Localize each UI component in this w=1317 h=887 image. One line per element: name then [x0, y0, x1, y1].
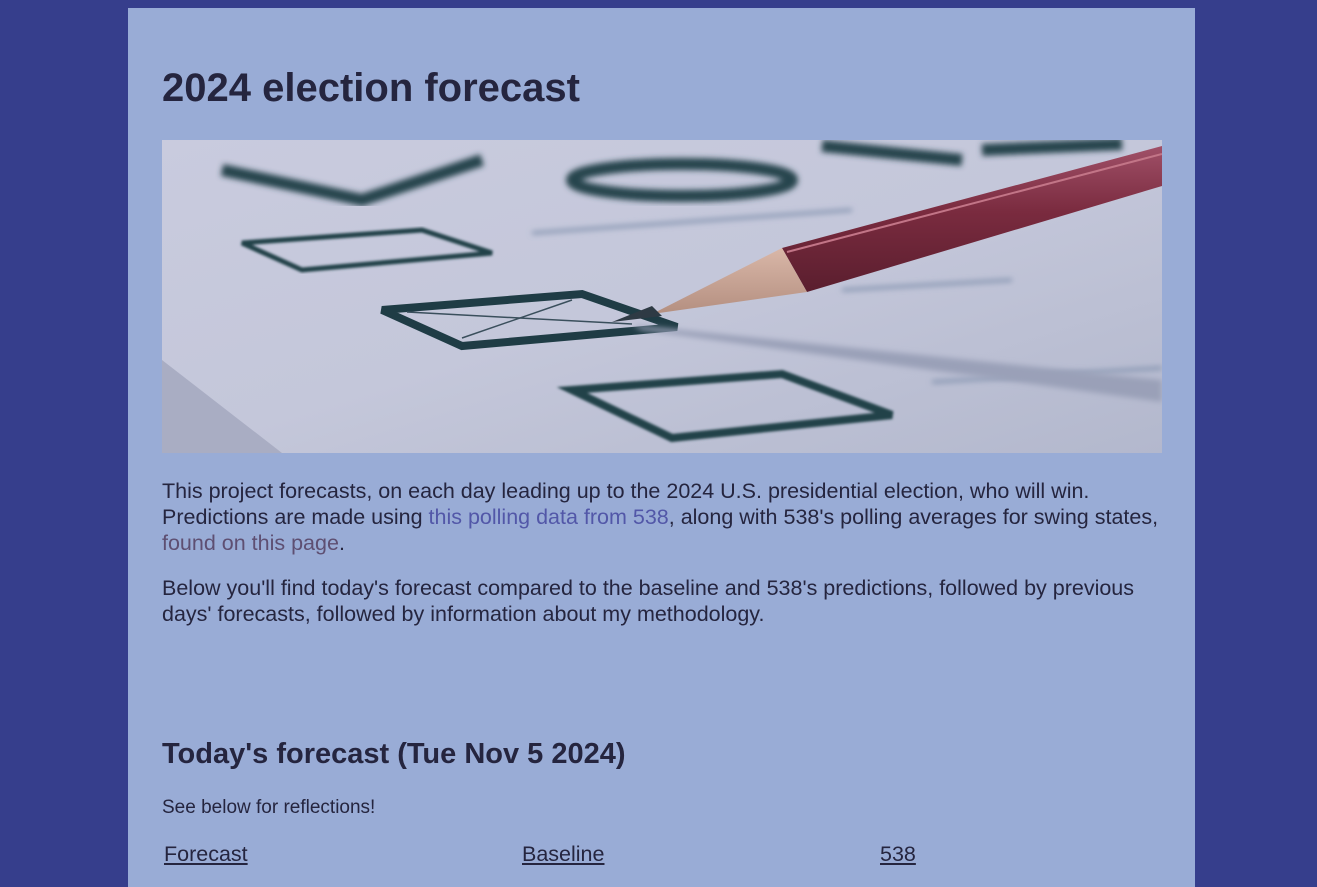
page-title: 2024 election forecast	[162, 66, 580, 110]
intro-text-middle: , along with 538's polling averages for …	[668, 505, 1159, 529]
forecast-tabs: Forecast Baseline 538	[164, 842, 1164, 872]
overview-paragraph: Below you'll find today's forecast compa…	[162, 576, 1135, 626]
tab-forecast[interactable]: Forecast	[164, 842, 248, 867]
tab-baseline[interactable]: Baseline	[522, 842, 604, 867]
tab-538[interactable]: 538	[880, 842, 916, 867]
page-container: 2024 election forecast This project fore…	[128, 8, 1195, 887]
swing-states-link[interactable]: found on this page	[162, 531, 339, 555]
polling-data-link[interactable]: this polling data from 538	[429, 505, 669, 529]
intro-paragraph: This project forecasts, on each day lead…	[162, 478, 1162, 556]
today-forecast-heading: Today's forecast (Tue Nov 5 2024)	[162, 738, 626, 770]
ballot-hero-image	[162, 140, 1162, 453]
intro-text-end: .	[338, 531, 345, 555]
reflections-note: See below for reflections!	[162, 797, 376, 818]
